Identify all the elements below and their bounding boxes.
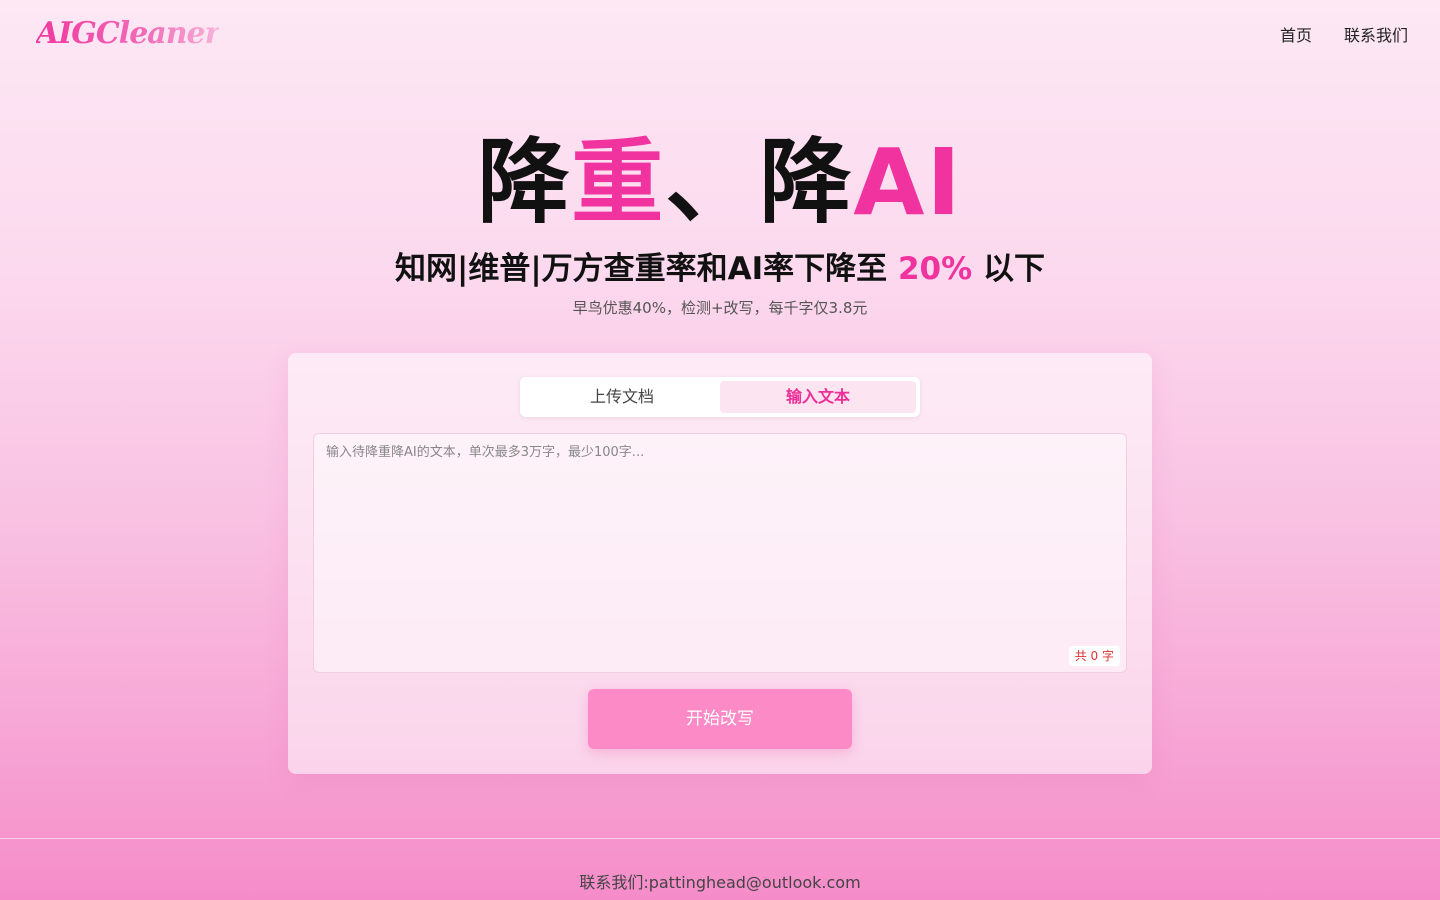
hero-title-part4: AI xyxy=(853,129,963,236)
logo[interactable]: AIGCleaner xyxy=(36,12,220,56)
nav-home-link[interactable]: 首页 xyxy=(1280,24,1312,48)
text-input[interactable] xyxy=(314,434,1126,672)
tab-upload-document[interactable]: 上传文档 xyxy=(524,381,720,413)
hero-title: 降重、降AI xyxy=(0,128,1440,238)
start-rewrite-button[interactable]: 开始改写 xyxy=(588,689,852,749)
hero-subtitle-prefix: 知网|维普|万方查重率和AI率下降至 xyxy=(395,251,888,287)
footer-divider xyxy=(0,838,1440,839)
hero-title-part3: 、降 xyxy=(665,129,854,236)
hero-subtitle-suffix: 以下 xyxy=(982,251,1045,287)
rewrite-card: 上传文档 输入文本 共 0 字 开始改写 xyxy=(288,353,1152,774)
hero-subtitle-highlight: 20% xyxy=(897,251,973,287)
tab-input-text[interactable]: 输入文本 xyxy=(720,381,916,413)
top-nav: 首页 联系我们 xyxy=(1280,24,1408,48)
nav-contact-link[interactable]: 联系我们 xyxy=(1344,24,1408,48)
input-mode-tabs: 上传文档 输入文本 xyxy=(520,377,920,417)
hero-note: 早鸟优惠40%，检测+改写，每千字仅3.8元 xyxy=(572,299,868,317)
text-input-container: 共 0 字 xyxy=(313,433,1127,673)
hero-subtitle: 知网|维普|万方查重率和AI率下降至 20% 以下 xyxy=(0,248,1440,290)
hero-title-part1: 降 xyxy=(477,129,572,236)
word-counter: 共 0 字 xyxy=(1068,646,1120,666)
header: AIGCleaner 首页 联系我们 xyxy=(0,0,1440,72)
footer-contact: 联系我们:pattinghead@outlook.com xyxy=(579,873,861,892)
hero-title-part2: 重 xyxy=(571,129,666,236)
